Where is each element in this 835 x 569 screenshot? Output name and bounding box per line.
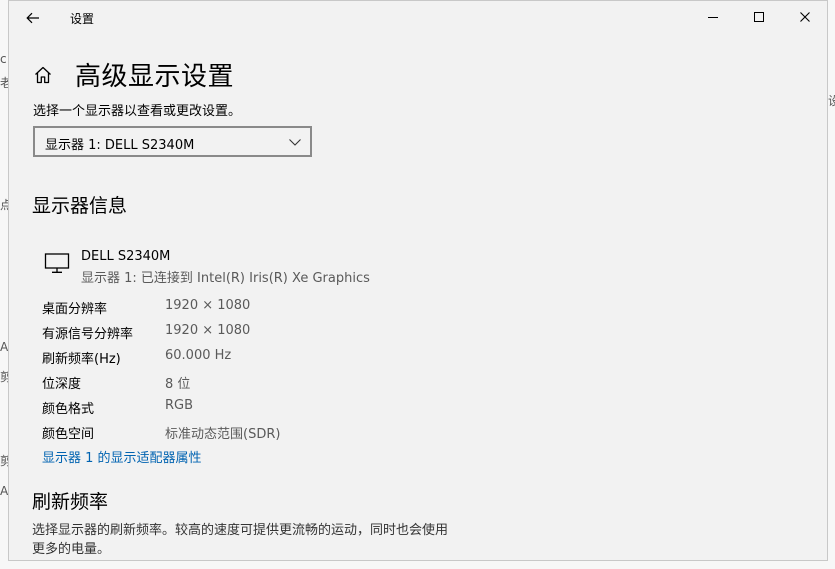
window-title: 设置 xyxy=(70,12,95,26)
refresh-rate-description: 选择显示器的刷新频率。较高的速度可提供更流畅的运动，同时也会使用 更多的电量。 xyxy=(32,521,492,559)
minimize-button[interactable] xyxy=(690,1,736,33)
section-title-refresh-rate: 刷新频率 xyxy=(32,491,109,513)
display-selector-value: 显示器 1: DELL S2340M xyxy=(45,138,195,153)
arrow-left-icon xyxy=(26,12,39,24)
maximize-button[interactable] xyxy=(736,1,782,33)
info-value: RGB xyxy=(165,398,194,413)
monitor-name: DELL S2340M xyxy=(81,249,171,264)
info-label: 颜色格式 xyxy=(42,402,95,417)
close-icon xyxy=(800,12,810,22)
settings-window: 设置 高级显示设置 选择一个显示器以查看或更改设置。 显示器 1: DELL S… xyxy=(8,0,828,561)
info-label: 有源信号分辨率 xyxy=(42,327,134,342)
info-value: 60.000 Hz xyxy=(165,348,232,363)
monitor-connection: 显示器 1: 已连接到 Intel(R) Iris(R) Xe Graphics xyxy=(81,271,370,286)
close-button[interactable] xyxy=(782,1,827,33)
background-glyph: 设 xyxy=(828,94,835,108)
background-glyph: c xyxy=(0,52,7,66)
info-label: 颜色空间 xyxy=(42,427,95,442)
refresh-rate-description-line: 更多的电量。 xyxy=(32,542,111,557)
chevron-down-icon xyxy=(289,139,301,146)
maximize-icon xyxy=(754,12,764,22)
title-bar: 设置 xyxy=(9,1,827,35)
display-selector-dropdown[interactable]: 显示器 1: DELL S2340M xyxy=(33,126,312,157)
refresh-rate-description-line: 选择显示器的刷新频率。较高的速度可提供更流畅的运动，同时也会使用 xyxy=(32,523,449,538)
page-title: 高级显示设置 xyxy=(75,62,235,92)
background-glyph: A xyxy=(0,340,9,354)
home-icon[interactable] xyxy=(33,65,53,85)
section-title-display-info: 显示器信息 xyxy=(32,195,128,217)
info-value: 1920 × 1080 xyxy=(165,298,251,313)
info-value: 标准动态范围(SDR) xyxy=(165,427,281,442)
info-label: 桌面分辨率 xyxy=(42,302,108,317)
info-value: 1920 × 1080 xyxy=(165,323,251,338)
monitor-icon xyxy=(44,253,70,273)
display-adapter-properties-link[interactable]: 显示器 1 的显示适配器属性 xyxy=(42,447,202,466)
info-value: 8 位 xyxy=(165,377,191,392)
info-label: 刷新频率(Hz) xyxy=(42,352,121,367)
page-subtitle: 选择一个显示器以查看或更改设置。 xyxy=(33,104,242,119)
info-label: 位深度 xyxy=(42,377,82,392)
back-button[interactable] xyxy=(19,6,47,30)
minimize-icon xyxy=(708,17,718,18)
